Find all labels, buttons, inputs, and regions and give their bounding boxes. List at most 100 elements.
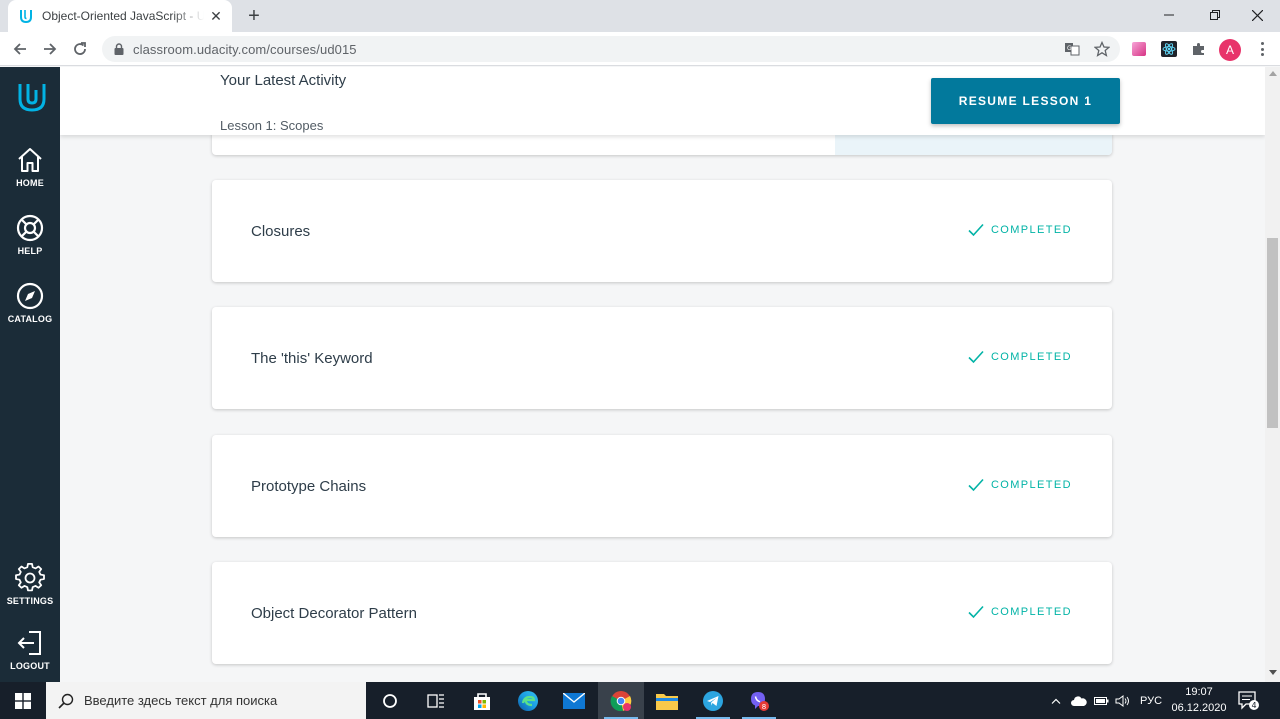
close-window-button[interactable]: [1234, 0, 1280, 30]
sidebar-item-home[interactable]: HOME: [0, 145, 60, 188]
checkmark-icon: [968, 223, 984, 237]
clock-date: 06.12.2020: [1171, 702, 1227, 714]
task-view-button[interactable]: [413, 682, 459, 719]
lesson-title: Object Decorator Pattern: [251, 605, 417, 622]
chevron-up-icon: [1051, 698, 1061, 704]
taskbar-telegram-app[interactable]: [690, 682, 736, 719]
svg-text:G: G: [1067, 45, 1072, 52]
action-center-notification-icon[interactable]: 4: [1238, 691, 1260, 711]
lesson-card-object-decorator[interactable]: Object Decorator Pattern COMPLETED: [212, 562, 1112, 664]
resume-lesson-button[interactable]: RESUME LESSON 1: [931, 78, 1120, 124]
taskbar-viber-app[interactable]: 8: [736, 682, 782, 719]
restore-button[interactable]: [1192, 0, 1238, 30]
translate-icon[interactable]: G: [1064, 41, 1080, 57]
cloud-icon: [1071, 695, 1087, 706]
checkmark-icon: [968, 605, 984, 619]
edge-browser-icon: [518, 690, 538, 711]
udacity-logo-icon[interactable]: [16, 81, 48, 113]
profile-avatar[interactable]: A: [1219, 39, 1241, 61]
mail-envelope-icon: [563, 692, 585, 709]
taskbar-chrome-app[interactable]: [598, 682, 644, 719]
minimize-button[interactable]: [1146, 0, 1192, 30]
lesson-status: COMPLETED: [967, 476, 1072, 494]
close-icon: [1251, 9, 1263, 21]
chrome-browser-icon: [610, 690, 632, 711]
sidebar-item-catalog[interactable]: CATALOG: [0, 281, 60, 324]
taskbar-edge-app[interactable]: [505, 682, 551, 719]
page-scrollbar[interactable]: [1265, 67, 1280, 682]
activity-heading: Your Latest Activity: [220, 72, 347, 89]
taskbar-clock[interactable]: 19:07 06.12.2020: [1166, 684, 1232, 716]
lesson-status: COMPLETED: [967, 348, 1072, 366]
task-view-icon: [427, 693, 444, 708]
home-icon: [18, 148, 42, 172]
new-tab-button[interactable]: +: [244, 5, 264, 27]
back-button[interactable]: [8, 37, 32, 61]
lifebuoy-icon: [16, 214, 44, 242]
store-bag-icon: [474, 692, 490, 710]
lesson-card-prototype-chains[interactable]: Prototype Chains COMPLETED: [212, 435, 1112, 537]
sidebar-item-label: SETTINGS: [6, 596, 54, 606]
restore-icon: [1210, 10, 1220, 20]
clock-time: 19:07: [1185, 686, 1213, 698]
lesson-card-partial[interactable]: [212, 133, 1112, 155]
lesson-title: Prototype Chains: [251, 478, 367, 495]
browser-menu-icon[interactable]: [1254, 41, 1270, 57]
lesson-status: COMPLETED: [967, 221, 1072, 239]
sidebar-item-label: LOGOUT: [10, 661, 50, 671]
folder-icon: [656, 693, 678, 710]
browser-toolbar: classroom.udacity.com/courses/ud015 G A: [0, 32, 1280, 66]
tab-title: Object-Oriented JavaScript - Udacity: [42, 9, 204, 23]
lesson-card-this-keyword[interactable]: The 'this' Keyword COMPLETED: [212, 307, 1112, 409]
activity-lesson-link[interactable]: Lesson 1: Scopes: [220, 118, 323, 133]
search-placeholder: Введите здесь текст для поиска: [84, 693, 278, 708]
reload-button[interactable]: [68, 37, 92, 61]
forward-button[interactable]: [38, 37, 62, 61]
browser-tab[interactable]: Object-Oriented JavaScript - Udacity ✕: [8, 0, 232, 32]
sidebar-item-help[interactable]: HELP: [0, 213, 60, 256]
scrollbar-thumb[interactable]: [1267, 238, 1278, 428]
taskbar-store-app[interactable]: [459, 682, 505, 719]
start-button[interactable]: [0, 682, 46, 719]
battery-icon: [1093, 696, 1108, 705]
app-sidebar: HOME HELP CATALOG SETTINGS LOGOUT: [0, 67, 60, 682]
sidebar-item-label: HOME: [16, 178, 44, 188]
tray-volume-icon[interactable]: [1112, 682, 1134, 719]
taskbar-file-explorer-app[interactable]: [644, 682, 690, 719]
scroll-down-arrow-icon[interactable]: [1269, 670, 1277, 675]
taskbar-mail-app[interactable]: [551, 682, 597, 719]
arrow-left-icon: [13, 43, 26, 55]
cortana-circle-icon: [383, 693, 397, 708]
taskbar-search-box[interactable]: Введите здесь текст для поиска: [46, 682, 366, 719]
scroll-up-arrow-icon[interactable]: [1269, 71, 1277, 76]
sidebar-item-label: HELP: [17, 246, 43, 256]
sidebar-item-label: CATALOG: [7, 314, 53, 324]
address-bar[interactable]: classroom.udacity.com/courses/ud015 G: [102, 36, 1120, 62]
sidebar-item-logout[interactable]: LOGOUT: [0, 628, 60, 671]
minimize-icon: [1164, 14, 1174, 16]
tray-language-indicator[interactable]: РУС: [1136, 682, 1166, 719]
tray-battery-icon[interactable]: [1092, 682, 1110, 719]
lesson-card-closures[interactable]: Closures COMPLETED: [212, 180, 1112, 282]
tray-show-hidden-icon[interactable]: [1046, 682, 1066, 719]
bookmark-star-icon[interactable]: [1094, 41, 1110, 57]
checkmark-icon: [968, 350, 984, 364]
tab-close-icon[interactable]: ✕: [208, 8, 224, 24]
react-devtools-icon[interactable]: [1161, 41, 1177, 57]
arrow-right-icon: [44, 43, 57, 55]
telegram-icon: [703, 690, 723, 711]
gradient-extension-icon[interactable]: [1131, 41, 1147, 57]
browser-tab-bar: Object-Oriented JavaScript - Udacity ✕ +: [0, 0, 1280, 32]
lesson-title: Closures: [251, 223, 311, 240]
extensions-puzzle-icon[interactable]: [1191, 41, 1207, 57]
sidebar-item-settings[interactable]: SETTINGS: [0, 563, 60, 606]
latest-activity-bar: Your Latest Activity Lesson 1: Scopes RE…: [60, 67, 1265, 135]
lesson-status: COMPLETED: [967, 603, 1072, 621]
windows-logo-icon: [15, 692, 31, 709]
search-icon: [58, 693, 74, 709]
notification-count: 4: [1251, 701, 1256, 710]
task-view-cortana-button[interactable]: [367, 682, 413, 719]
tray-onedrive-icon[interactable]: [1068, 682, 1090, 719]
status-text: COMPLETED: [990, 224, 1072, 236]
lesson-title: The 'this' Keyword: [251, 350, 373, 367]
